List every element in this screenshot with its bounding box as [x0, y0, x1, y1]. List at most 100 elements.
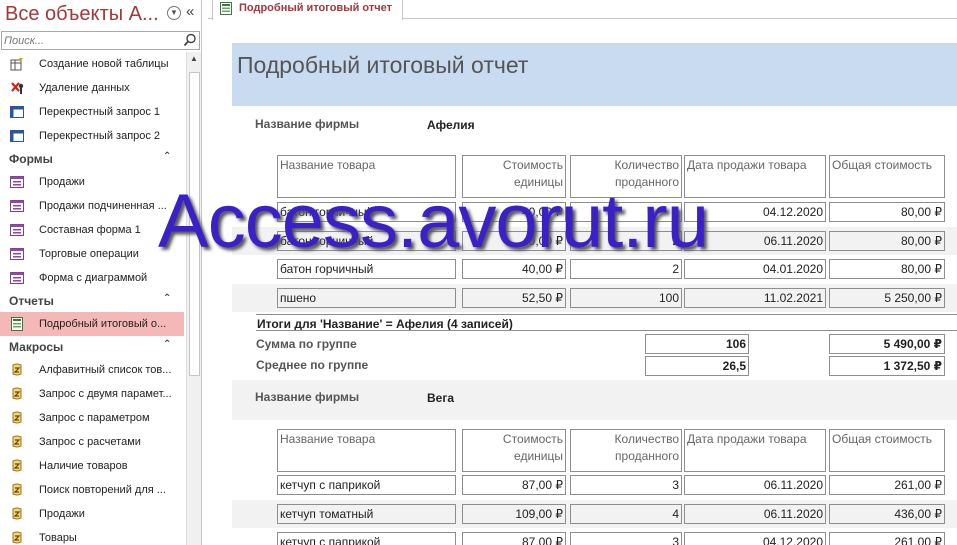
nav-item-label: Запрос с расчетами [39, 436, 141, 448]
nav-item[interactable]: Удаление данных [0, 76, 184, 100]
nav-item-label: Продажи [39, 508, 85, 520]
nav-item[interactable]: Форма с диаграммой [0, 266, 184, 290]
nav-header: Все объекты A... ▼ « [0, 0, 201, 30]
group-summary-title: Итоги для 'Название' = Афелия (4 записей… [257, 317, 513, 331]
nav-item-label: Удаление данных [39, 82, 130, 94]
search-input[interactable] [2, 32, 182, 49]
nav-item[interactable]: Продажи подчиненная ... [0, 194, 184, 218]
macro-icon [10, 435, 25, 449]
delete-query-icon [10, 81, 25, 95]
nav-scrollbar[interactable]: ▲ [186, 52, 201, 545]
summary-divider [256, 330, 957, 331]
avg-total: 1 372,50 ₽ [829, 356, 945, 376]
cell-sale-date: 11.02.2021 [684, 288, 826, 308]
nav-item[interactable]: Создание новой таблицы [0, 52, 184, 76]
column-header-quantity: Количество проданного [570, 429, 682, 472]
nav-group-label: Отчеты [9, 294, 54, 308]
nav-item[interactable]: Составная форма 1 [0, 218, 184, 242]
nav-item-label: Перекрестный запрос 2 [39, 130, 161, 142]
nav-item[interactable]: Запрос с параметром [0, 406, 184, 430]
form-icon [10, 199, 25, 213]
cell-total: 80,00 ₽ [829, 259, 945, 279]
cell-total: 436,00 ₽ [829, 504, 945, 524]
avg-quantity: 26,5 [645, 356, 749, 376]
collapse-pane-icon[interactable]: « [186, 3, 194, 20]
tab-bar: Подробный итоговый отчет [208, 0, 957, 20]
nav-item[interactable]: Алфавитный список тов... [0, 358, 184, 382]
macro-icon [10, 411, 25, 425]
nav-group-header[interactable]: Макросы ⌃ [0, 336, 184, 358]
cell-quantity: 100 [570, 288, 682, 308]
chevron-down-icon[interactable]: ▼ [167, 6, 181, 20]
chevron-up-icon[interactable]: ⌃ [163, 339, 171, 350]
cell-quantity: 3 [570, 475, 682, 495]
cell-total: 261,00 ₽ [829, 532, 945, 545]
form-icon [10, 223, 25, 237]
crosstab-query-icon [10, 129, 25, 143]
group-label: Название фирмы [255, 117, 360, 131]
nav-item[interactable]: Перекрестный запрос 2 [0, 124, 184, 148]
cell-unit-price: 87,00 ₽ [462, 532, 566, 545]
nav-group-label: Формы [9, 152, 53, 166]
nav-item[interactable]: Перекрестный запрос 1 [0, 100, 184, 124]
nav-item[interactable]: Запрос с двумя парамет... [0, 382, 184, 406]
nav-item[interactable]: Продажи [0, 502, 184, 526]
nav-group-header[interactable]: Отчеты ⌃ [0, 290, 184, 312]
nav-item[interactable]: Наличие товаров [0, 454, 184, 478]
cell-total: 80,00 ₽ [829, 202, 945, 222]
nav-group-header[interactable]: Формы ⌃ [0, 148, 184, 170]
nav-item-label: Запрос с двумя парамет... [39, 388, 172, 400]
cell-product: кетчуп томатный [277, 504, 456, 524]
nav-title[interactable]: Все объекты A... [5, 3, 159, 26]
cell-unit-price: 109,00 ₽ [462, 504, 566, 524]
column-header-product: Название товара [277, 429, 456, 472]
cell-quantity: 3 [570, 532, 682, 545]
nav-item-label: Алфавитный список тов... [39, 364, 172, 376]
nav-item-label: Наличие товаров [39, 460, 128, 472]
scroll-up-icon[interactable]: ▲ [189, 54, 199, 66]
form-icon [10, 247, 25, 261]
cell-total: 80,00 ₽ [829, 231, 945, 251]
nav-list: Создание новой таблицы Удаление данных Пер… [0, 52, 186, 545]
cell-sale-date: 06.11.2020 [684, 504, 826, 524]
nav-group-label: Макросы [9, 340, 64, 354]
form-icon [10, 175, 25, 189]
macro-icon [10, 531, 25, 545]
group-label: Название фирмы [255, 390, 360, 404]
tab-report[interactable]: Подробный итоговый отчет [212, 0, 403, 20]
navigation-pane: Все объекты A... ▼ « Создание новой табл… [0, 0, 202, 545]
sum-label: Сумма по группе [256, 337, 357, 351]
chevron-up-icon[interactable]: ⌃ [163, 151, 171, 162]
nav-item-label: Товары [39, 532, 77, 544]
cell-total: 261,00 ₽ [829, 475, 945, 495]
sum-quantity: 106 [645, 334, 749, 354]
nav-item[interactable]: Торговые операции [0, 242, 184, 266]
cell-product: пшено [277, 288, 456, 308]
nav-item-label: Подробный итоговый о... [39, 318, 167, 330]
document-area: Подробный итоговый отчет Подробный итого… [208, 0, 957, 545]
column-header-total: Общая стоимость [829, 429, 945, 472]
macro-icon [10, 459, 25, 473]
watermark-text: Access.avorut.ru [158, 179, 709, 264]
nav-item-label: Перекрестный запрос 1 [39, 106, 161, 118]
report-header: Подробный итоговый отчет [232, 43, 957, 106]
macro-icon [10, 483, 25, 497]
nav-item[interactable]: Поиск повторений для ... [0, 478, 184, 502]
search-icon[interactable] [183, 33, 197, 47]
report-icon [220, 2, 232, 15]
nav-item-label: Поиск повторений для ... [39, 484, 166, 496]
crosstab-query-icon [10, 105, 25, 119]
summary-divider [256, 314, 957, 315]
group-value: Вега [427, 391, 455, 405]
group-value: Афелия [427, 118, 475, 132]
nav-item-label: Форма с диаграммой [39, 272, 148, 284]
chevron-up-icon[interactable]: ⌃ [163, 293, 171, 304]
search-box [1, 31, 200, 50]
cell-product: кетчуп с паприкой [277, 532, 456, 545]
nav-item-label: Запрос с параметром [39, 412, 150, 424]
nav-item[interactable]: Товары [0, 526, 184, 545]
nav-item[interactable]: Подробный итоговый о... [0, 312, 184, 336]
report-title: Подробный итоговый отчет [237, 52, 529, 78]
nav-item[interactable]: Продажи [0, 170, 184, 194]
nav-item[interactable]: Запрос с расчетами [0, 430, 184, 454]
